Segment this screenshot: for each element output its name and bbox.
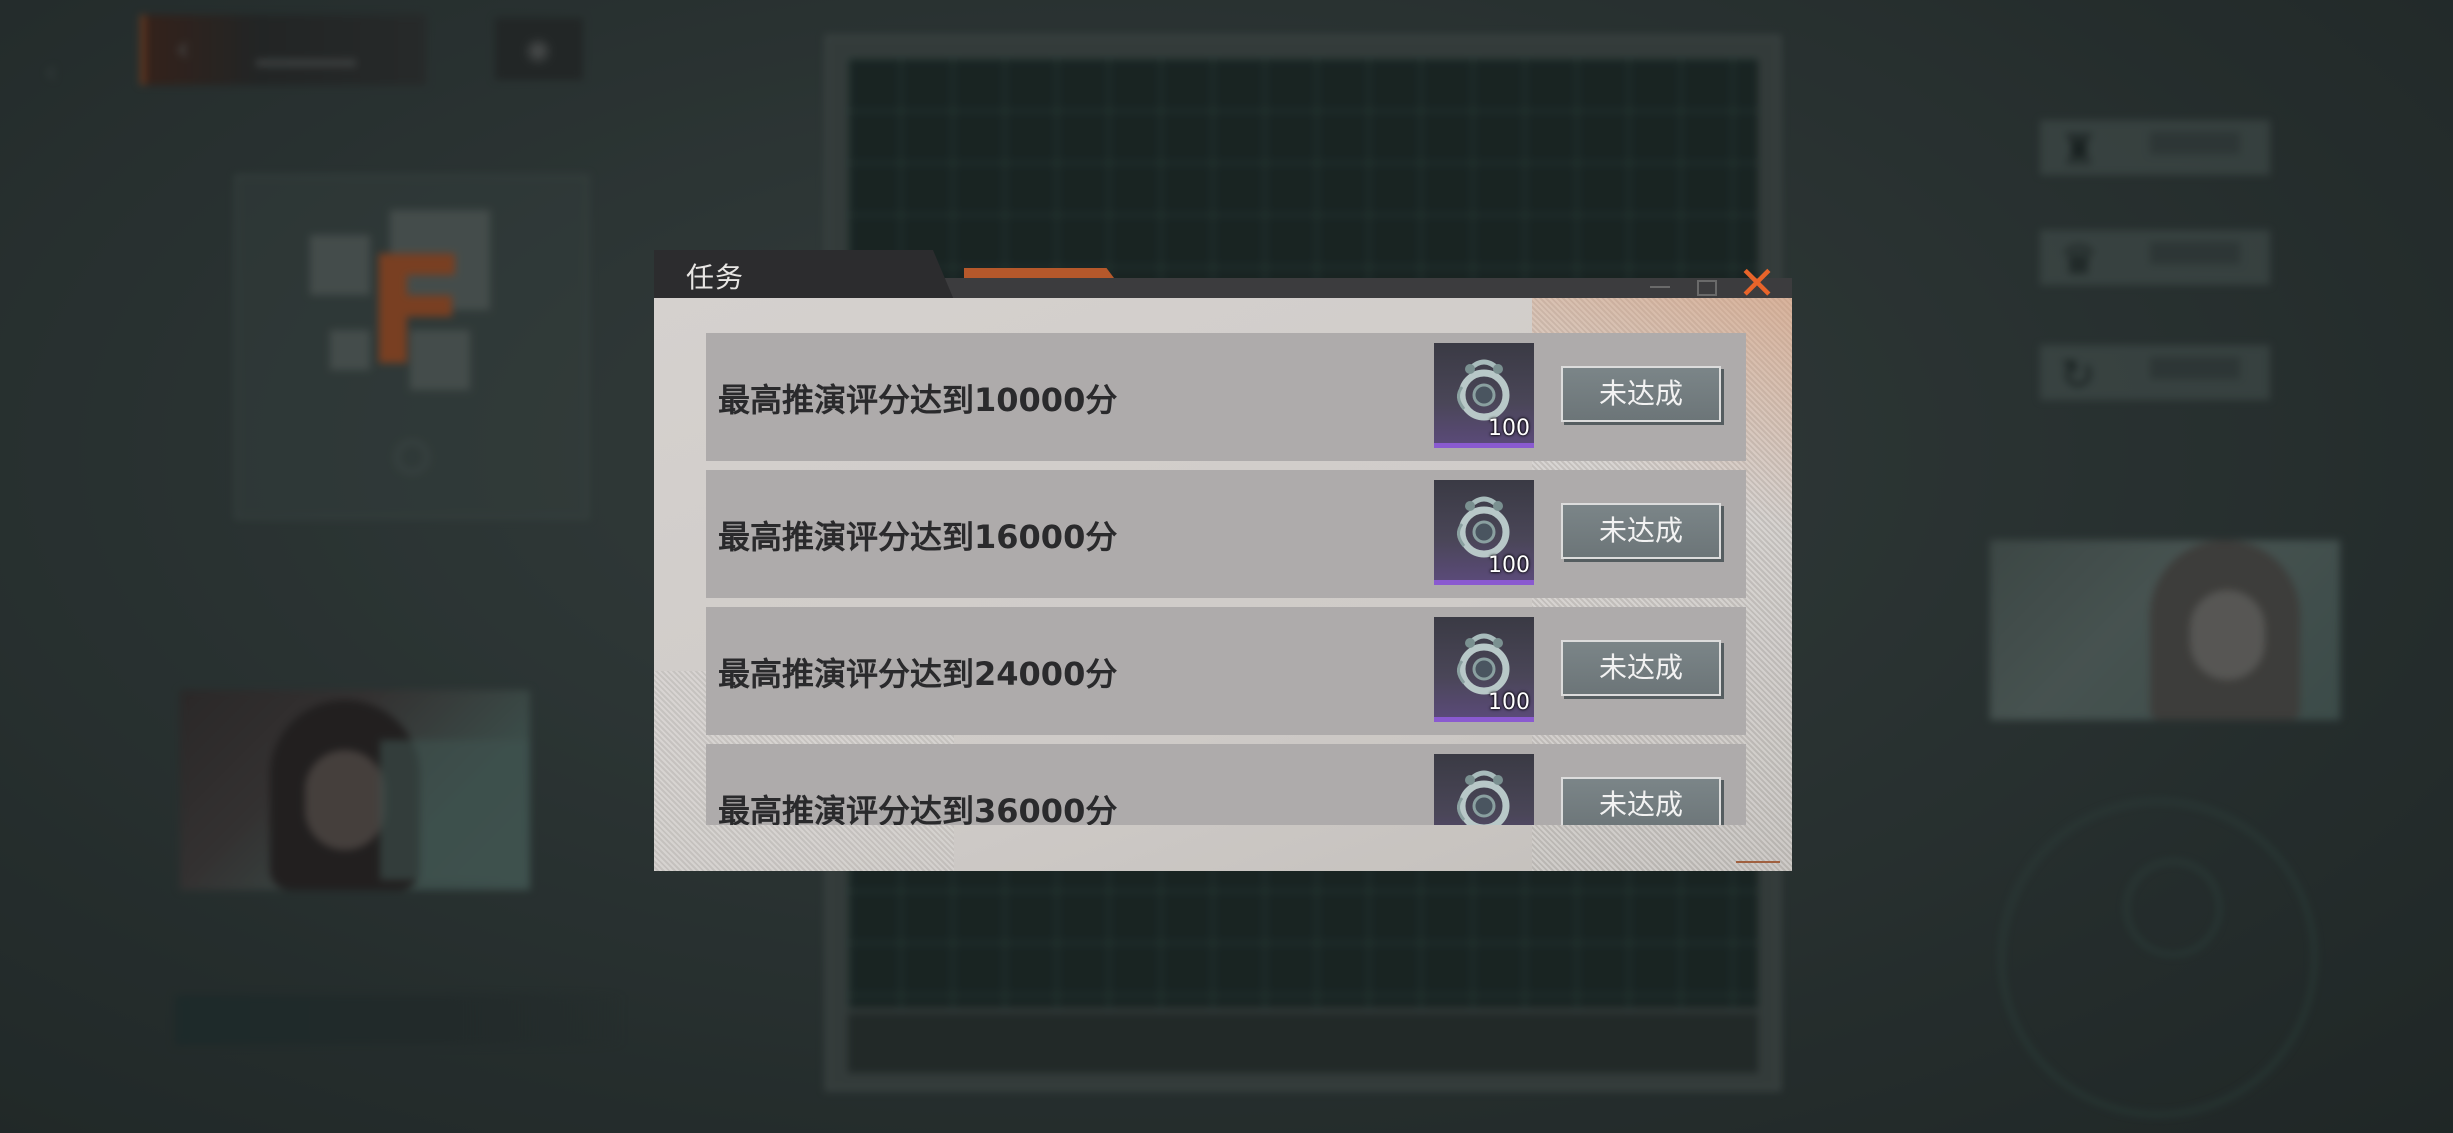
task-label: 最高推演评分达到16000分 <box>718 518 1118 556</box>
task-dialog: 任务 ✕ 最高推演评分达到10000分 100 未达成 最高推演评分达到1600… <box>654 250 1792 872</box>
corner-decoration <box>1736 851 1780 863</box>
game-screen: ‹ ‹ ◉ F ♜ ♛ ↻ 任务 ✕ 最高推演评分达到10000分 100 未达… <box>0 0 2453 1133</box>
dialog-title: 任务 <box>686 261 745 294</box>
task-label: 最高推演评分达到24000分 <box>718 655 1118 693</box>
minimize-icon <box>1650 286 1670 288</box>
maximize-icon <box>1697 280 1717 296</box>
reward-item[interactable]: 100 <box>1434 754 1534 825</box>
pendant-icon <box>1457 770 1510 825</box>
dialog-body: 最高推演评分达到10000分 100 未达成 最高推演评分达到16000分 10… <box>654 298 1792 871</box>
task-status-button[interactable]: 未达成 <box>1561 640 1721 696</box>
pendant-icon <box>1457 359 1510 421</box>
task-status-button[interactable]: 未达成 <box>1561 777 1721 825</box>
reward-count: 100 <box>1488 690 1530 715</box>
task-row: 最高推演评分达到10000分 100 未达成 <box>706 333 1746 461</box>
reward-item[interactable]: 100 <box>1434 617 1534 722</box>
task-status-button[interactable]: 未达成 <box>1561 503 1721 559</box>
task-list[interactable]: 最高推演评分达到10000分 100 未达成 最高推演评分达到16000分 10… <box>706 333 1746 825</box>
reward-item[interactable]: 100 <box>1434 343 1534 448</box>
pendant-icon <box>1457 633 1510 695</box>
dialog-title-tab: 任务 <box>654 250 954 300</box>
pendant-icon <box>1457 496 1510 558</box>
task-label: 最高推演评分达到10000分 <box>718 381 1118 419</box>
reward-count: 100 <box>1488 553 1530 578</box>
reward-count: 100 <box>1488 416 1530 441</box>
task-row: 最高推演评分达到36000分 100 未达成 <box>706 744 1746 825</box>
header-accent-bar <box>964 268 1114 278</box>
task-label: 最高推演评分达到36000分 <box>718 792 1118 825</box>
task-row: 最高推演评分达到24000分 100 未达成 <box>706 607 1746 735</box>
task-status-button[interactable]: 未达成 <box>1561 366 1721 422</box>
reward-item[interactable]: 100 <box>1434 480 1534 585</box>
task-row: 最高推演评分达到16000分 100 未达成 <box>706 470 1746 598</box>
